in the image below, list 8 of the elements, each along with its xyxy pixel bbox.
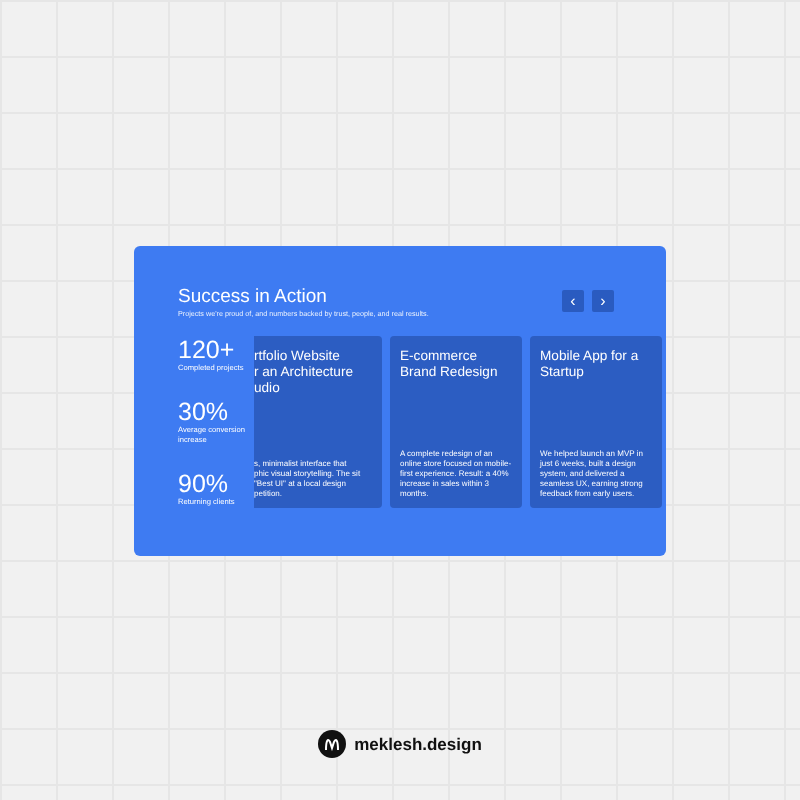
logo-icon (318, 730, 347, 758)
previous-button[interactable]: ‹ (562, 290, 584, 312)
stat-value: 30% (178, 398, 231, 426)
stat-value: 120+ (178, 336, 237, 364)
brand-name: meklesh.design (354, 731, 482, 757)
next-button[interactable]: › (592, 290, 614, 312)
stat-value: 90% (178, 470, 231, 498)
section-title: Success in Action (178, 286, 329, 310)
